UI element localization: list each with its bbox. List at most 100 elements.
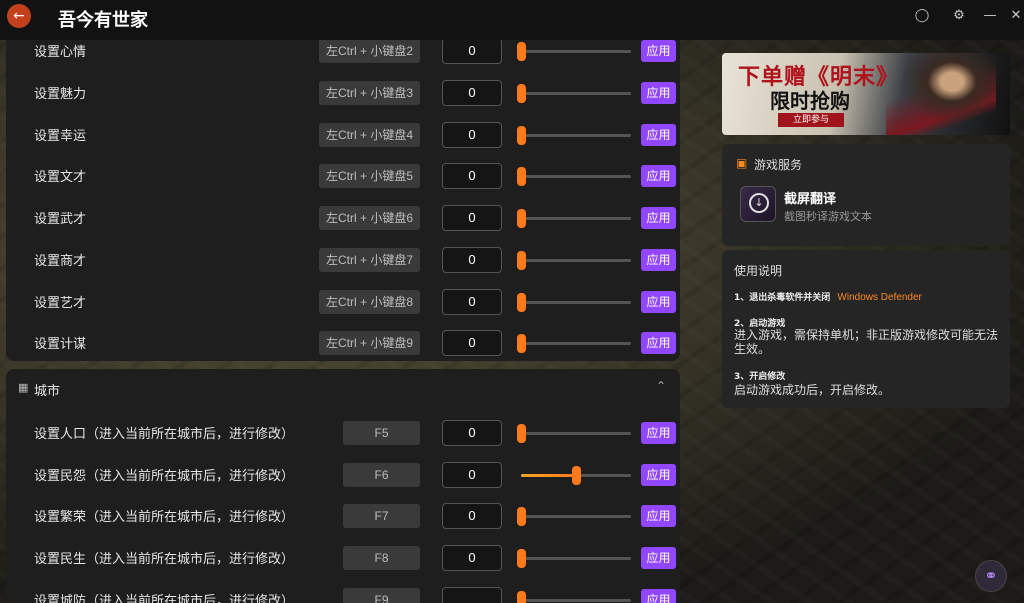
slider-thumb[interactable] [517, 42, 526, 61]
apply-button[interactable]: 应用 [641, 547, 676, 570]
hotkey-badge: 左Ctrl + 小键盘2 [319, 40, 420, 63]
step1: 1、退出杀毒软件并关闭 Windows Defender [734, 290, 922, 303]
slider-thumb[interactable] [517, 334, 526, 354]
apply-button[interactable]: 应用 [641, 463, 676, 486]
apply-button[interactable]: 应用 [641, 505, 676, 528]
value-input[interactable]: 0 [442, 205, 502, 232]
value-input[interactable]: 0 [442, 121, 502, 148]
hotkey-badge: F9 [343, 587, 420, 603]
main-content: 设置心情 左Ctrl + 小键盘2 0 应用 设置魅力 左Ctrl + 小键盘3 0 应用 设置… [0, 40, 1024, 603]
slider-thumb[interactable] [517, 507, 526, 527]
apply-button[interactable]: 应用 [641, 422, 676, 444]
city-section-title: 城市 [34, 384, 61, 399]
hotkey-badge: 左Ctrl + 小键盘3 [319, 81, 420, 105]
value-slider[interactable] [517, 292, 631, 312]
value-slider[interactable] [517, 167, 631, 187]
step3-body: 启动游戏成功后，开启修改。 [734, 383, 891, 397]
value-slider[interactable] [517, 125, 631, 145]
city-section-header[interactable]: ▦ 城市 ⌃ [6, 369, 680, 409]
value-slider[interactable] [517, 424, 631, 443]
apply-button[interactable]: 应用 [641, 290, 676, 313]
slider-thumb[interactable] [517, 590, 526, 603]
slider-thumb[interactable] [517, 209, 526, 229]
hotkey-badge: F7 [343, 504, 420, 529]
apply-button[interactable]: 应用 [641, 248, 676, 271]
value-input[interactable] [442, 586, 502, 603]
slider-thumb[interactable] [517, 167, 526, 187]
hotkey-badge: F6 [343, 462, 420, 487]
value-slider[interactable] [517, 209, 631, 229]
apply-button[interactable]: 应用 [641, 82, 676, 104]
setting-label: 设置武才 [34, 212, 87, 228]
apply-button[interactable]: 应用 [641, 332, 676, 355]
apply-button[interactable]: 应用 [641, 207, 676, 230]
value-input[interactable]: 0 [442, 545, 502, 572]
setting-label: 设置计谋 [34, 337, 87, 353]
value-slider[interactable] [517, 42, 631, 61]
slider-thumb[interactable] [517, 424, 526, 443]
setting-row: 设置人口（进入当前所在城市后，进行修改） F5 0 应用 [6, 412, 680, 454]
settings-icon[interactable]: ⚙ [951, 8, 967, 24]
value-input[interactable]: 0 [442, 503, 502, 530]
hotkey-badge: 左Ctrl + 小键盘5 [319, 164, 420, 189]
setting-row: 设置艺才 左Ctrl + 小键盘8 0 应用 [6, 281, 680, 323]
value-input[interactable]: 0 [442, 288, 502, 315]
hotkey-badge: 左Ctrl + 小键盘6 [319, 206, 420, 231]
value-slider[interactable] [517, 84, 631, 103]
setting-label: 设置幸运 [34, 128, 87, 144]
value-slider[interactable] [517, 590, 631, 603]
promo-banner[interactable]: 下单赠《明末》 限时抢购 立即参与 [722, 53, 1010, 135]
slider-thumb[interactable] [517, 125, 526, 145]
slider-thumb[interactable] [572, 465, 581, 485]
setting-row: 设置民怨（进入当前所在城市后，进行修改） F6 0 应用 [6, 454, 680, 496]
value-slider[interactable] [517, 334, 631, 354]
value-input[interactable]: 0 [442, 246, 502, 273]
minimize-icon[interactable]: — [982, 8, 998, 24]
slider-thumb[interactable] [517, 549, 526, 569]
headset-support-button[interactable]: ⚭ [975, 560, 1007, 592]
setting-row: 设置心情 左Ctrl + 小键盘2 0 应用 [6, 40, 680, 72]
banner-line2: 限时抢购 [770, 89, 850, 113]
value-input[interactable]: 0 [442, 420, 502, 446]
slider-thumb[interactable] [517, 84, 526, 103]
translate-tool-title[interactable]: 截屏翻译 [784, 188, 836, 207]
grid-icon: ▦ [18, 381, 29, 394]
setting-row: 设置武才 左Ctrl + 小键盘6 0 应用 [6, 197, 680, 239]
value-slider[interactable] [517, 507, 631, 527]
setting-row: 设置文才 左Ctrl + 小键盘5 0 应用 [6, 155, 680, 197]
apply-button[interactable]: 应用 [641, 165, 676, 188]
value-slider[interactable] [521, 465, 631, 485]
setting-label: 设置民怨（进入当前所在城市后，进行修改） [34, 468, 295, 484]
instructions-title: 使用说明 [734, 264, 783, 278]
chevron-up-icon[interactable]: ⌃ [656, 379, 666, 393]
setting-label: 设置繁荣（进入当前所在城市后，进行修改） [34, 510, 295, 526]
profile-icon[interactable]: ◯ [914, 8, 930, 24]
hotkey-badge: 左Ctrl + 小键盘8 [319, 289, 420, 314]
value-input[interactable]: 0 [442, 163, 502, 190]
apply-button[interactable]: 应用 [641, 123, 676, 146]
hotkey-badge: F8 [343, 546, 420, 571]
slider-thumb[interactable] [517, 292, 526, 312]
character-art [886, 53, 996, 135]
translate-tool-icon[interactable]: ↓ [740, 186, 776, 222]
setting-label: 设置艺才 [34, 295, 87, 311]
value-input[interactable]: 0 [442, 461, 502, 488]
app-title: 吾今有世家 [58, 10, 148, 31]
setting-row: 设置幸运 左Ctrl + 小键盘4 0 应用 [6, 114, 680, 156]
slider-thumb[interactable] [517, 250, 526, 270]
city-panel: 设置人口（进入当前所在城市后，进行修改） F5 0 应用 设置民怨（进入当前所在城市后，… [6, 409, 680, 603]
translate-tool-desc: 截图秒译游戏文本 [784, 210, 872, 223]
download-icon: ↓ [749, 193, 769, 213]
apply-button[interactable]: 应用 [641, 588, 676, 603]
value-input[interactable]: 0 [442, 40, 502, 64]
apply-button[interactable]: 应用 [641, 40, 676, 62]
setting-label: 设置人口（进入当前所在城市后，进行修改） [34, 427, 295, 442]
value-slider[interactable] [517, 549, 631, 569]
arrow-left-icon: ← [13, 8, 25, 24]
value-input[interactable]: 0 [442, 80, 502, 106]
back-button[interactable]: ← [7, 4, 31, 28]
banner-button[interactable]: 立即参与 [778, 113, 844, 127]
value-slider[interactable] [517, 250, 631, 270]
value-input[interactable]: 0 [442, 330, 502, 357]
close-icon[interactable]: ✕ [1008, 8, 1024, 24]
